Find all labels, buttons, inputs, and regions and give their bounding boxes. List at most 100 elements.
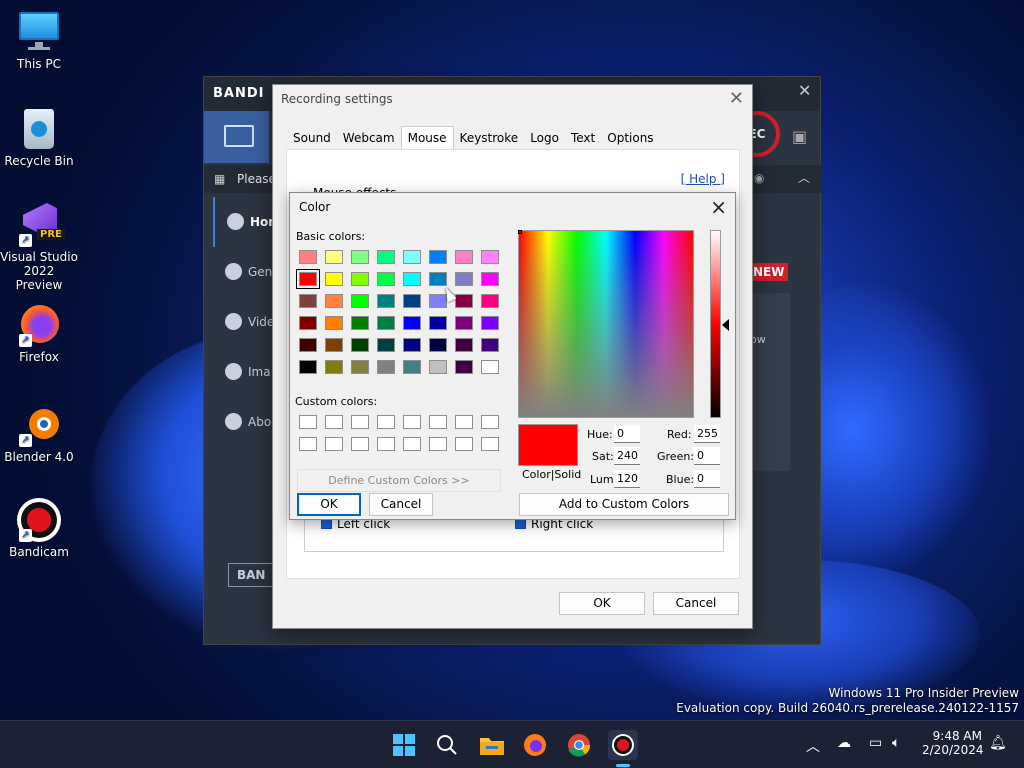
close-icon[interactable]: ✕ bbox=[798, 81, 811, 100]
custom-color-swatch[interactable] bbox=[429, 437, 447, 451]
volume-icon[interactable]: 🔈︎ bbox=[892, 735, 900, 751]
chrome-taskbar-button[interactable] bbox=[564, 730, 594, 760]
basic-color-swatch[interactable] bbox=[455, 360, 473, 374]
basic-color-swatch[interactable] bbox=[403, 338, 421, 352]
custom-color-swatch[interactable] bbox=[481, 437, 499, 451]
basic-color-swatch[interactable] bbox=[351, 360, 369, 374]
luminance-arrow-icon[interactable] bbox=[722, 319, 729, 331]
basic-color-swatch[interactable] bbox=[455, 272, 473, 286]
basic-color-swatch[interactable] bbox=[299, 250, 317, 264]
basic-color-swatch[interactable] bbox=[481, 316, 499, 330]
chevron-up-icon[interactable]: ︿ bbox=[806, 736, 820, 756]
close-icon[interactable]: ✕ bbox=[729, 88, 744, 109]
custom-color-swatch[interactable] bbox=[455, 437, 473, 451]
basic-color-swatch[interactable] bbox=[299, 294, 317, 308]
cloud-icon[interactable]: ☁ bbox=[837, 735, 851, 751]
camera-icon[interactable]: ▣ bbox=[792, 127, 807, 146]
custom-color-swatch[interactable] bbox=[429, 415, 447, 429]
desktop-icon-bandicam[interactable]: ↗ Bandicam bbox=[0, 498, 78, 559]
green-field[interactable]: 0 bbox=[694, 447, 720, 465]
desktop-icon-recycle-bin[interactable]: Recycle Bin bbox=[0, 107, 78, 168]
firefox-taskbar-button[interactable] bbox=[520, 730, 550, 760]
custom-color-swatch[interactable] bbox=[403, 415, 421, 429]
hue-field[interactable]: 0 bbox=[614, 425, 640, 443]
basic-color-swatch[interactable] bbox=[377, 360, 395, 374]
basic-color-swatch[interactable] bbox=[325, 316, 343, 330]
sidebar-item-video[interactable]: Vide bbox=[213, 297, 278, 347]
basic-color-swatch[interactable] bbox=[481, 338, 499, 352]
lum-field[interactable]: 120 bbox=[614, 470, 640, 488]
sidebar-item-general[interactable]: Gen bbox=[213, 247, 278, 297]
ok-button[interactable]: OK bbox=[559, 592, 645, 615]
custom-color-swatch[interactable] bbox=[377, 437, 395, 451]
basic-color-swatch[interactable] bbox=[429, 250, 447, 264]
custom-color-swatch[interactable] bbox=[325, 437, 343, 451]
clock[interactable]: 9:48 AM 2/20/2024 bbox=[922, 729, 984, 757]
custom-color-swatch[interactable] bbox=[403, 437, 421, 451]
basic-color-swatch[interactable] bbox=[429, 272, 447, 286]
basic-color-swatch[interactable] bbox=[455, 316, 473, 330]
basic-color-swatch[interactable] bbox=[429, 360, 447, 374]
blue-field[interactable]: 0 bbox=[694, 470, 720, 488]
color-spectrum[interactable] bbox=[518, 230, 694, 418]
network-icon[interactable]: ▭ bbox=[869, 735, 882, 751]
luminance-slider[interactable] bbox=[710, 230, 721, 418]
basic-color-swatch[interactable] bbox=[429, 338, 447, 352]
basic-color-swatch[interactable] bbox=[325, 294, 343, 308]
basic-color-swatch[interactable] bbox=[377, 294, 395, 308]
custom-color-swatch[interactable] bbox=[325, 415, 343, 429]
tab-options[interactable]: Options bbox=[601, 126, 659, 150]
tab-webcam[interactable]: Webcam bbox=[337, 126, 401, 150]
basic-color-swatch[interactable] bbox=[325, 272, 343, 286]
custom-color-swatch[interactable] bbox=[377, 415, 395, 429]
tab-keystroke[interactable]: Keystroke bbox=[454, 126, 525, 150]
basic-color-swatch[interactable] bbox=[403, 360, 421, 374]
desktop-icon-blender[interactable]: ↗ Blender 4.0 bbox=[0, 403, 78, 464]
basic-color-swatch[interactable] bbox=[299, 338, 317, 352]
sat-field[interactable]: 240 bbox=[614, 447, 640, 465]
basic-color-swatch[interactable] bbox=[351, 294, 369, 308]
custom-color-swatch[interactable] bbox=[455, 415, 473, 429]
cancel-button[interactable]: Cancel bbox=[369, 493, 433, 516]
bandicam-footer-logo[interactable]: BAN bbox=[228, 563, 276, 587]
basic-color-swatch[interactable] bbox=[455, 294, 473, 308]
close-icon[interactable]: × bbox=[710, 195, 727, 219]
start-button[interactable] bbox=[389, 730, 419, 760]
basic-color-swatch[interactable] bbox=[325, 360, 343, 374]
basic-color-swatch[interactable] bbox=[351, 250, 369, 264]
cancel-button[interactable]: Cancel bbox=[653, 592, 739, 615]
bandicam-taskbar-button[interactable] bbox=[608, 730, 638, 767]
search-button[interactable] bbox=[432, 730, 462, 760]
basic-color-swatch[interactable] bbox=[351, 272, 369, 286]
ok-button[interactable]: OK bbox=[297, 493, 361, 516]
basic-color-swatch[interactable] bbox=[299, 316, 317, 330]
basic-color-swatch[interactable] bbox=[377, 272, 395, 286]
basic-color-swatch[interactable] bbox=[299, 360, 317, 374]
basic-color-swatch[interactable] bbox=[481, 360, 499, 374]
basic-color-swatch[interactable] bbox=[481, 294, 499, 308]
basic-color-swatch[interactable] bbox=[481, 272, 499, 286]
basic-color-swatch[interactable] bbox=[481, 250, 499, 264]
tab-mouse[interactable]: Mouse bbox=[400, 126, 454, 150]
red-field[interactable]: 255 bbox=[694, 425, 720, 443]
basic-color-swatch[interactable] bbox=[403, 316, 421, 330]
basic-color-swatch[interactable] bbox=[455, 250, 473, 264]
help-link[interactable]: [ Help ] bbox=[681, 172, 725, 186]
basic-color-swatch[interactable] bbox=[351, 316, 369, 330]
desktop-icon-this-pc[interactable]: This PC bbox=[0, 10, 78, 71]
sidebar-item-about[interactable]: Abo bbox=[213, 397, 278, 447]
add-to-custom-colors-button[interactable]: Add to Custom Colors bbox=[519, 493, 729, 516]
basic-color-swatch[interactable] bbox=[377, 338, 395, 352]
tab-text[interactable]: Text bbox=[565, 126, 601, 150]
basic-color-swatch[interactable] bbox=[429, 316, 447, 330]
basic-color-swatch[interactable] bbox=[455, 338, 473, 352]
basic-color-swatch[interactable] bbox=[403, 272, 421, 286]
basic-color-swatch[interactable] bbox=[403, 250, 421, 264]
custom-color-swatch[interactable] bbox=[299, 437, 317, 451]
custom-color-swatch[interactable] bbox=[481, 415, 499, 429]
desktop-icon-firefox[interactable]: ↗ Firefox bbox=[0, 303, 78, 364]
basic-color-swatch[interactable] bbox=[296, 269, 320, 289]
basic-color-swatch[interactable] bbox=[325, 250, 343, 264]
notification-bell-icon[interactable]: 🔔︎ bbox=[989, 735, 1007, 751]
custom-color-swatch[interactable] bbox=[351, 415, 369, 429]
